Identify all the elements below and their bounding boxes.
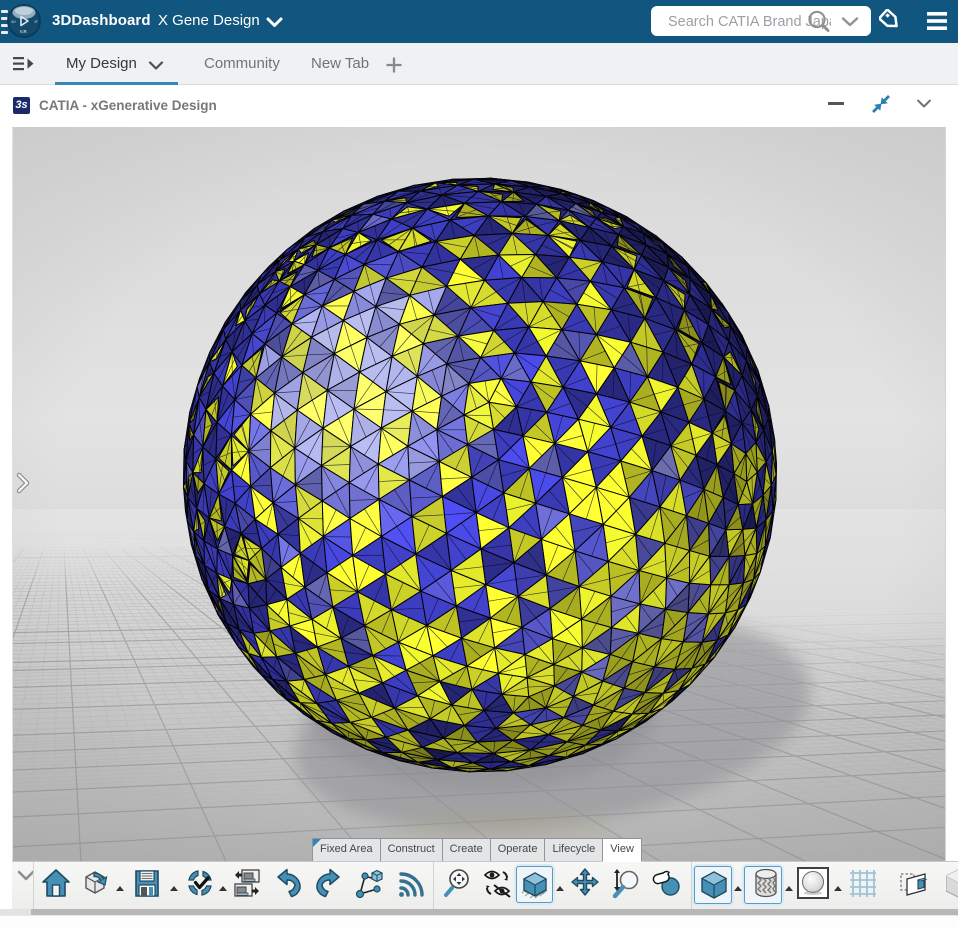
svg-text:V.R: V.R: [20, 29, 28, 34]
svg-text:3D: 3D: [11, 20, 16, 24]
